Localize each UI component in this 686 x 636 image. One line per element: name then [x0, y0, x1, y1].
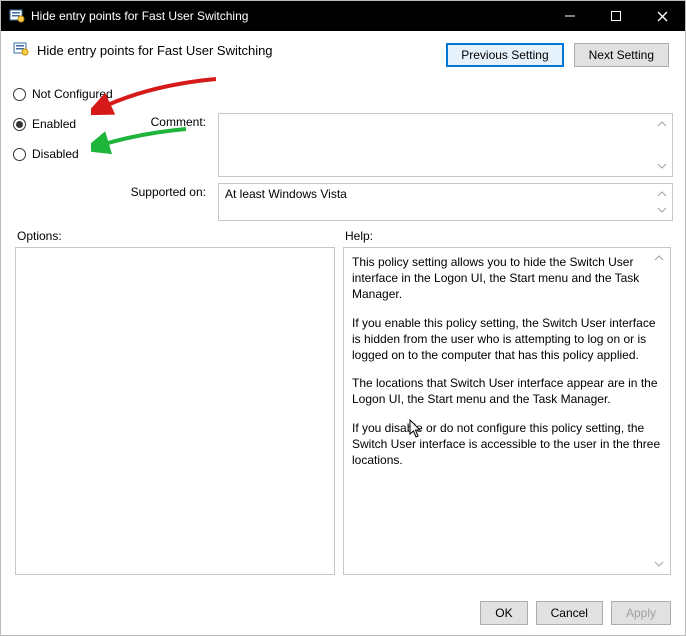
- titlebar: Hide entry points for Fast User Switchin…: [1, 1, 685, 31]
- chevron-down-icon: [657, 159, 669, 173]
- help-label: Help:: [343, 229, 671, 243]
- help-paragraph: This policy setting allows you to hide t…: [352, 254, 662, 303]
- policy-icon: [13, 41, 29, 60]
- options-panel: [15, 247, 335, 575]
- radio-disabled[interactable]: [13, 148, 26, 161]
- chevron-up-icon: [654, 251, 666, 265]
- cancel-button[interactable]: Cancel: [536, 601, 603, 625]
- radio-enabled-label: Enabled: [32, 117, 76, 131]
- apply-button[interactable]: Apply: [611, 601, 671, 625]
- comment-input[interactable]: [218, 113, 673, 177]
- previous-setting-button[interactable]: Previous Setting: [446, 43, 563, 67]
- supported-on-field: At least Windows Vista: [218, 183, 673, 221]
- close-button[interactable]: [639, 1, 685, 31]
- maximize-button[interactable]: [593, 1, 639, 31]
- supported-label: Supported on:: [13, 183, 218, 221]
- radio-not-configured[interactable]: [13, 88, 26, 101]
- options-label: Options:: [15, 229, 335, 243]
- window-title: Hide entry points for Fast User Switchin…: [31, 9, 547, 23]
- supported-on-value: At least Windows Vista: [225, 187, 347, 201]
- minimize-button[interactable]: [547, 1, 593, 31]
- page-title: Hide entry points for Fast User Switchin…: [37, 43, 273, 58]
- chevron-down-icon: [654, 557, 666, 571]
- next-setting-button[interactable]: Next Setting: [574, 43, 669, 67]
- help-paragraph: If you enable this policy setting, the S…: [352, 315, 662, 364]
- help-paragraph: If you disable or do not configure this …: [352, 420, 662, 469]
- radio-disabled-label: Disabled: [32, 147, 79, 161]
- radio-enabled[interactable]: [13, 118, 26, 131]
- help-panel: This policy setting allows you to hide t…: [343, 247, 671, 575]
- window-controls: [547, 1, 685, 31]
- policy-icon: [9, 8, 25, 24]
- ok-button[interactable]: OK: [480, 601, 527, 625]
- chevron-up-icon: [657, 187, 669, 201]
- chevron-down-icon: [657, 203, 669, 217]
- radio-not-configured-label: Not Configured: [32, 87, 113, 101]
- chevron-up-icon: [657, 117, 669, 131]
- help-paragraph: The locations that Switch User interface…: [352, 375, 662, 407]
